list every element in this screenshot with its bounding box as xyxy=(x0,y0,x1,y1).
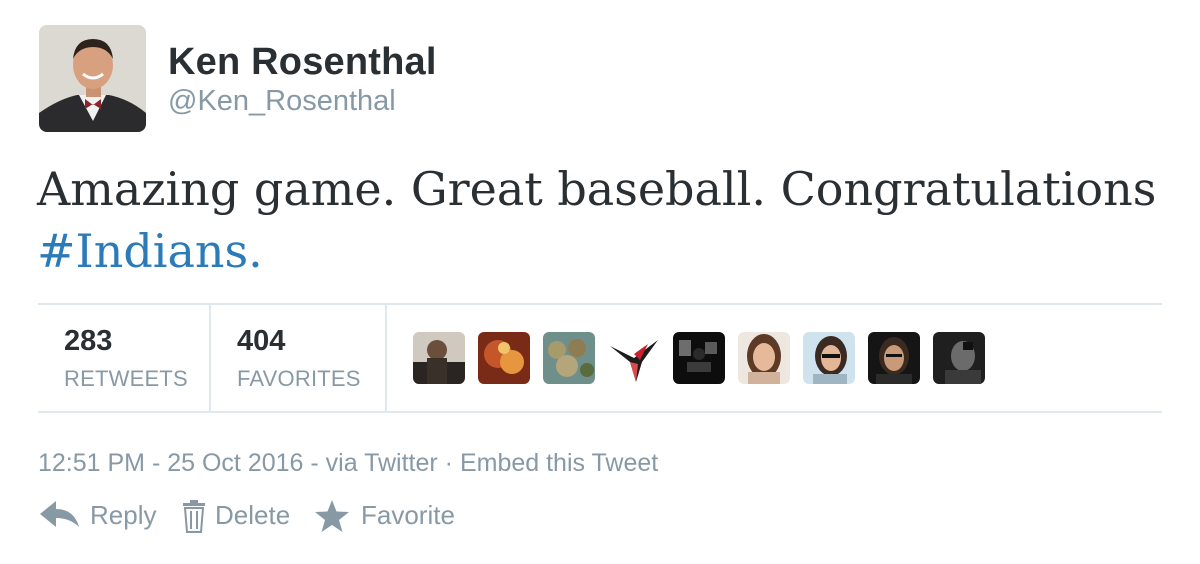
tweet-body: Amazing game. Great baseball. Congratula… xyxy=(37,162,1157,216)
favoriter-avatar-icon[interactable] xyxy=(478,332,530,384)
favoriter-avatar-icon[interactable] xyxy=(543,332,595,384)
favoriter-avatar-icon[interactable] xyxy=(933,332,985,384)
trash-icon xyxy=(182,499,206,540)
favorites-label: FAVORITES xyxy=(237,366,361,391)
favorite-label: Favorite xyxy=(361,500,455,530)
tweet-card: Ken Rosenthal @Ken_Rosenthal Amazing gam… xyxy=(0,0,1200,564)
retweets-count: 283 xyxy=(64,325,113,357)
tweet-stats: 283 RETWEETS 404 FAVORITES xyxy=(38,303,1162,413)
tweet-timestamp[interactable]: 12:51 PM - 25 Oct 2016 xyxy=(38,449,303,477)
reply-label: Reply xyxy=(90,500,157,530)
favoriter-avatar-icon[interactable] xyxy=(413,332,465,384)
meta-separator: · xyxy=(437,449,460,477)
star-icon xyxy=(314,499,350,540)
author-avatar[interactable] xyxy=(39,25,146,132)
hashtag-link[interactable]: #Indians. xyxy=(37,224,263,278)
favoriter-avatar-icon[interactable] xyxy=(868,332,920,384)
embed-link[interactable]: Embed this Tweet xyxy=(460,449,658,477)
favorites-stat[interactable]: 404 FAVORITES xyxy=(211,305,387,411)
favoriter-avatar-icon[interactable] xyxy=(608,332,660,384)
via-source: - via Twitter xyxy=(303,449,438,477)
delete-button[interactable]: Delete xyxy=(182,496,297,536)
tweet-meta: 12:51 PM - 25 Oct 2016 - via Twitter · E… xyxy=(38,449,658,478)
retweets-label: RETWEETS xyxy=(64,366,188,391)
delete-label: Delete xyxy=(215,500,291,530)
favoriter-avatar-icon[interactable] xyxy=(803,332,855,384)
author-name[interactable]: Ken Rosenthal xyxy=(168,41,437,84)
favorite-button[interactable]: Favorite xyxy=(314,496,474,536)
favorites-count: 404 xyxy=(237,325,286,357)
reply-button[interactable]: Reply xyxy=(38,496,163,536)
reply-arrow-icon xyxy=(38,499,80,538)
favoriter-avatar-icon[interactable] xyxy=(738,332,790,384)
author-handle[interactable]: @Ken_Rosenthal xyxy=(168,85,396,118)
retweets-stat[interactable]: 283 RETWEETS xyxy=(38,305,211,411)
tweet-text: Amazing game. Great baseball. Congratula… xyxy=(37,158,1167,282)
favoriter-avatar-icon[interactable] xyxy=(673,332,725,384)
